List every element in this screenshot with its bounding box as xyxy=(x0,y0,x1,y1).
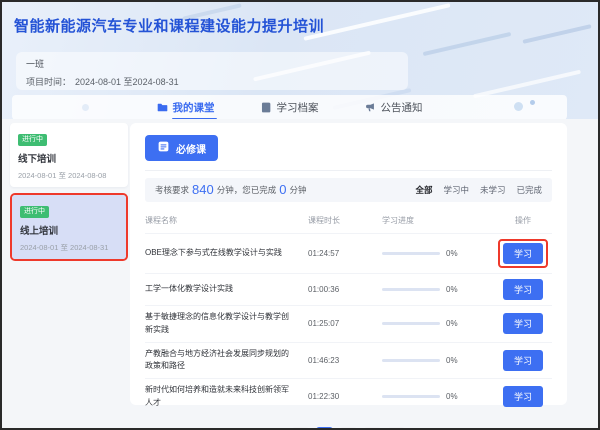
progress-bar xyxy=(382,288,440,291)
stats-suffix: 分钟 xyxy=(289,185,307,195)
progress-label: 0% xyxy=(446,392,458,402)
progress-cell: 0% xyxy=(382,392,494,401)
filter-in-progress[interactable]: 学习中 xyxy=(443,184,469,196)
study-button[interactable]: 学习 xyxy=(502,386,543,408)
table-row: 产教融合与地方经济社会发展同步规划的政策和路径 01:46:23 0% 学习 xyxy=(145,341,552,379)
header-action: 操作 xyxy=(515,216,531,225)
progress-bar xyxy=(382,395,440,399)
tab-my-classroom[interactable]: 我的课堂 xyxy=(157,100,217,119)
annotation-rect-study-button: 学习 xyxy=(497,239,548,268)
study-button[interactable]: 学习 xyxy=(502,279,543,300)
progress-label: 0% xyxy=(446,319,458,329)
session-dates: 2024-08-01 至 2024-08-08 xyxy=(18,171,107,180)
training-portal-window: 智能新能源汽车专业和课程建设能力提升培训 一班 项目时间： 2024-08-01 … xyxy=(0,0,600,430)
course-duration: 01:00:36 xyxy=(308,285,340,294)
session-dates: 2024-08-01 至 2024-08-31 xyxy=(20,243,109,252)
course-duration: 01:24:57 xyxy=(308,249,340,258)
session-sidebar: 进行中 线下培训 2024-08-01 至 2024-08-08 进行中 线上培… xyxy=(10,123,128,261)
decor-streak xyxy=(422,31,512,57)
decor-dot xyxy=(514,102,523,111)
table-row: 基于敏捷理念的信息化教学设计与教学创新实践 01:25:07 0% 学习 xyxy=(145,305,552,342)
course-name: OBE理念下参与式在线教学设计与实践 xyxy=(145,248,282,258)
filter-completed[interactable]: 已完成 xyxy=(516,184,542,196)
tab-bar: 我的课堂 学习档案 公告通知 xyxy=(12,95,567,119)
session-card-online[interactable]: 进行中 线上培训 2024-08-01 至 2024-08-31 xyxy=(12,195,126,259)
course-name: 新时代如何培养和造就未来科技创新领军人才 xyxy=(145,385,289,407)
action-cell: 学习 xyxy=(494,386,552,408)
progress-bar xyxy=(382,358,440,362)
required-courses-label: 必修课 xyxy=(176,144,206,156)
course-name: 产教融合与地方经济社会发展同步规划的政策和路径 xyxy=(145,348,289,371)
course-name: 基于敏捷理念的信息化教学设计与教学创新实践 xyxy=(145,312,289,334)
table-row: OBE理念下参与式在线教学设计与实践 01:24:57 0% 学习 xyxy=(145,233,552,273)
assessment-summary: 考核要求 840 分钟，您已完成 0 分钟 xyxy=(155,181,307,198)
session-card-offline[interactable]: 进行中 线下培训 2024-08-01 至 2024-08-08 xyxy=(10,123,128,187)
megaphone-icon xyxy=(365,102,376,113)
progress-bar xyxy=(382,322,440,326)
study-button[interactable]: 学习 xyxy=(502,313,543,335)
progress-cell: 0% xyxy=(382,356,494,365)
progress-cell: 0% xyxy=(382,285,494,294)
decor-dot xyxy=(530,100,535,105)
decor-dot xyxy=(82,104,89,111)
header-course-name: 课程名称 xyxy=(145,216,177,225)
filter-not-started[interactable]: 未学习 xyxy=(480,184,506,196)
progress-bar xyxy=(382,252,440,255)
course-table: 课程名称 课程时长 学习进度 操作 OBE理念下参与式在线教学设计与实践 01:… xyxy=(145,210,552,415)
active-tab-underline xyxy=(171,118,217,119)
folder-icon xyxy=(157,102,168,113)
header-duration: 课程时长 xyxy=(308,216,340,225)
action-cell: 学习 xyxy=(494,239,552,268)
decor-streak xyxy=(303,3,451,41)
page-title: 智能新能源汽车专业和课程建设能力提升培训 xyxy=(14,18,325,35)
table-row: 工学一体化教学设计实践 01:00:36 0% 学习 xyxy=(145,273,552,305)
annotation-rect-selected-session: 进行中 线上培训 2024-08-01 至 2024-08-31 xyxy=(10,193,128,261)
project-info-card: 一班 项目时间： 2024-08-01 至2024-08-31 xyxy=(16,52,408,90)
stats-bar: 考核要求 840 分钟，您已完成 0 分钟 全部 学习中 未学习 已完成 xyxy=(145,178,552,202)
status-filters: 全部 学习中 未学习 已完成 xyxy=(415,184,542,196)
progress-label: 0% xyxy=(446,355,458,365)
class-name: 一班 xyxy=(26,59,45,69)
action-cell: 学习 xyxy=(494,279,552,300)
required-minutes: 840 xyxy=(192,181,214,197)
stats-middle: 分钟，您已完成 xyxy=(216,185,277,195)
progress-label: 0% xyxy=(446,249,458,258)
completed-minutes: 0 xyxy=(279,181,287,197)
header-progress: 学习进度 xyxy=(382,216,414,225)
course-duration: 01:22:30 xyxy=(308,392,340,402)
tab-label: 我的课堂 xyxy=(172,102,215,114)
tab-label: 学习档案 xyxy=(276,102,319,114)
project-time-label: 项目时间： xyxy=(26,77,72,87)
session-title: 线上培训 xyxy=(20,226,59,237)
session-title: 线下培训 xyxy=(18,154,57,165)
study-button[interactable]: 学习 xyxy=(502,243,543,264)
project-time-value: 2024-08-01 至2024-08-31 xyxy=(75,77,179,87)
clipboard-icon xyxy=(157,140,170,156)
course-duration: 01:25:07 xyxy=(308,319,340,329)
header-banner: 智能新能源汽车专业和课程建设能力提升培训 一班 项目时间： 2024-08-01 … xyxy=(2,2,598,119)
decor-streak xyxy=(522,24,592,44)
archive-icon xyxy=(261,102,272,113)
course-duration: 01:46:23 xyxy=(308,355,340,365)
project-time: 项目时间： 2024-08-01 至2024-08-31 xyxy=(26,75,398,88)
progress-label: 0% xyxy=(446,285,458,294)
table-row: 新时代如何培养和造就未来科技创新领军人才 01:22:30 0% 学习 xyxy=(145,378,552,415)
status-badge: 进行中 xyxy=(18,134,47,146)
tab-learning-archive[interactable]: 学习档案 xyxy=(261,100,319,115)
action-cell: 学习 xyxy=(494,313,552,335)
action-cell: 学习 xyxy=(494,349,552,371)
table-header: 课程名称 课程时长 学习进度 操作 xyxy=(145,210,552,233)
progress-cell: 0% xyxy=(382,249,494,258)
required-courses-button[interactable]: 必修课 xyxy=(145,135,218,161)
study-button[interactable]: 学习 xyxy=(502,349,543,371)
course-name: 工学一体化教学设计实践 xyxy=(145,284,233,294)
stats-prefix: 考核要求 xyxy=(155,185,190,195)
tab-announcements[interactable]: 公告通知 xyxy=(365,100,423,115)
status-badge: 进行中 xyxy=(20,206,49,218)
course-panel: 必修课 考核要求 840 分钟，您已完成 0 分钟 全部 学习中 未学习 已完成… xyxy=(130,123,567,428)
filter-all[interactable]: 全部 xyxy=(415,184,432,196)
tab-label: 公告通知 xyxy=(380,102,423,114)
progress-cell: 0% xyxy=(382,319,494,328)
divider xyxy=(145,170,552,171)
